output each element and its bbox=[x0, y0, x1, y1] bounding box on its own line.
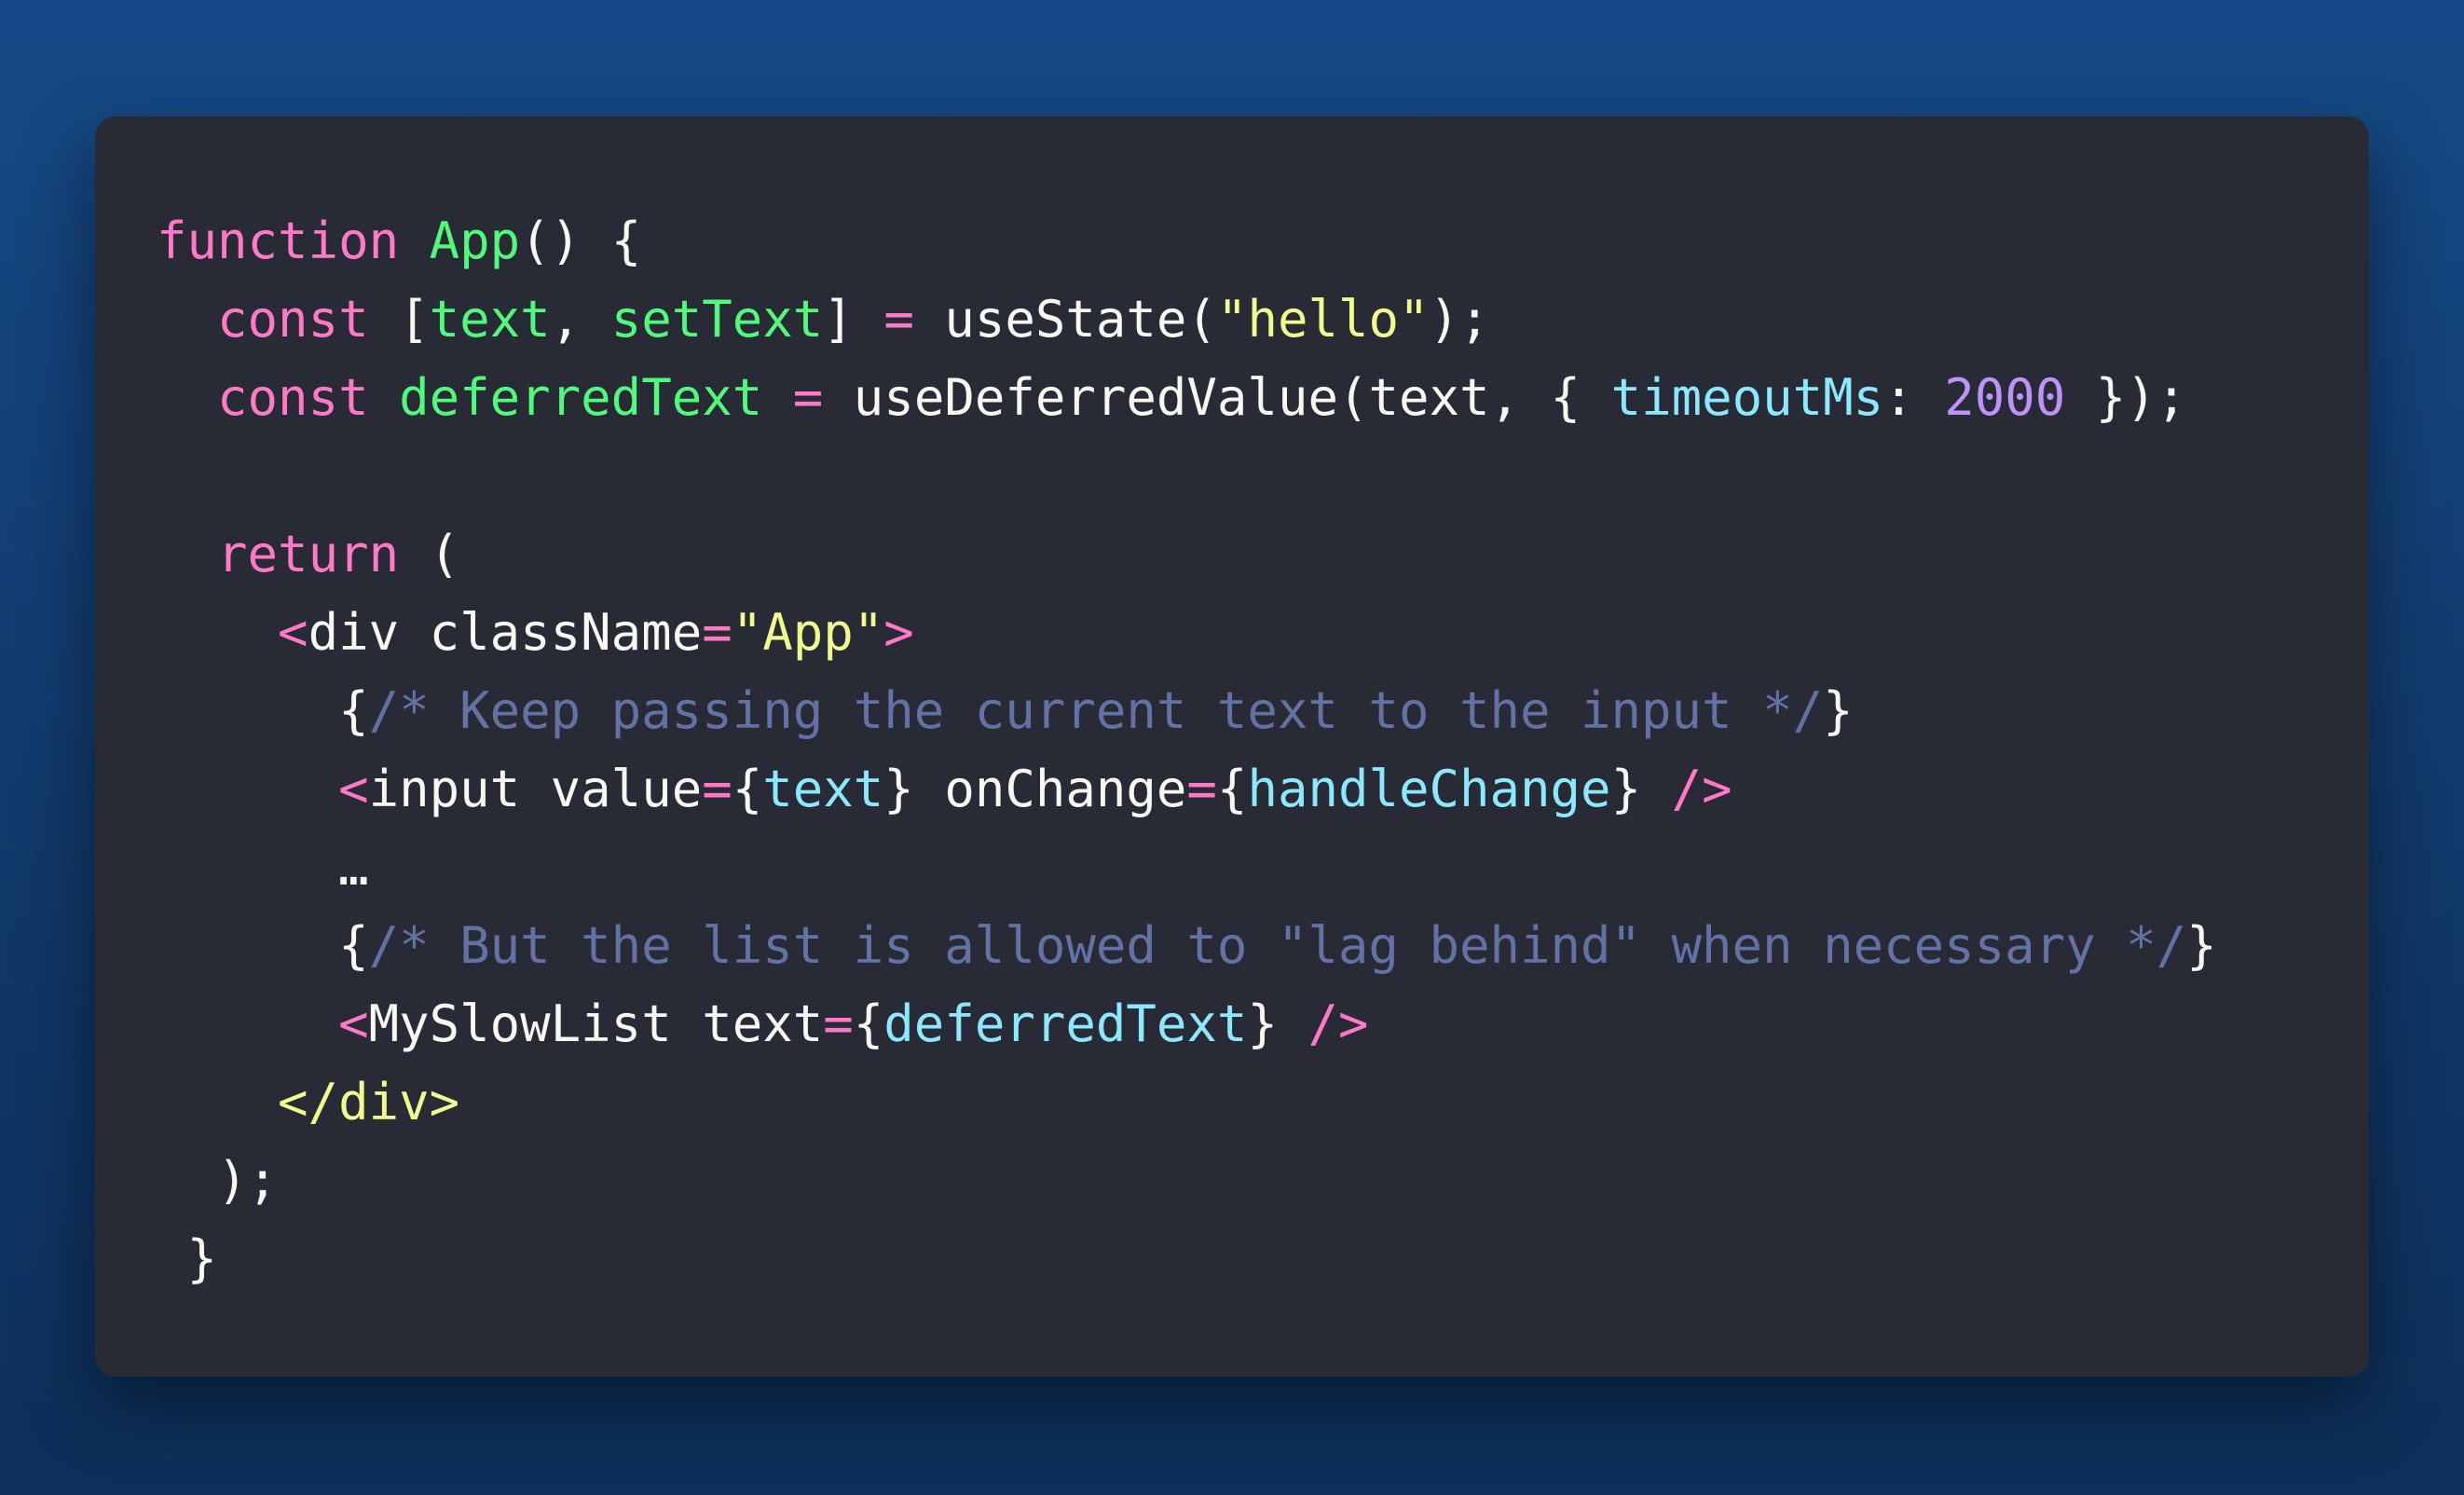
code-line: <div className="App"> bbox=[157, 594, 2217, 672]
code-token-plain: , bbox=[550, 290, 611, 349]
code-line: } bbox=[157, 1220, 2217, 1298]
code-line: const deferredText = useDeferredValue(te… bbox=[157, 359, 2217, 437]
code-token-string: </div> bbox=[278, 1073, 460, 1132]
code-token-property: deferredText bbox=[883, 994, 1248, 1053]
code-line: return ( bbox=[157, 515, 2217, 594]
code-line: … bbox=[157, 829, 2217, 907]
code-token-plain: … bbox=[157, 838, 369, 897]
code-token-property: handleChange bbox=[1247, 760, 1611, 818]
code-token-keyword: > bbox=[883, 603, 914, 662]
code-token-function-name: setText bbox=[610, 290, 824, 349]
code-token-keyword: = bbox=[702, 760, 732, 818]
code-block: function App() { const [text, setText] =… bbox=[157, 202, 2217, 1298]
code-token-function-name: App bbox=[429, 212, 521, 270]
code-token-property: text bbox=[762, 760, 884, 818]
code-token-plain: () { bbox=[520, 212, 642, 270]
code-line: {/* But the list is allowed to "lag behi… bbox=[157, 907, 2217, 985]
code-line: function App() { bbox=[157, 202, 2217, 281]
code-token-string: "App" bbox=[732, 603, 884, 662]
code-token-keyword: function bbox=[157, 212, 400, 270]
code-token-plain: { bbox=[157, 681, 369, 740]
code-token-plain: ] bbox=[823, 290, 884, 349]
code-token-plain: { bbox=[732, 760, 763, 818]
code-token-keyword: const bbox=[217, 368, 369, 427]
code-token-keyword: return bbox=[217, 525, 400, 583]
code-token-keyword: /> bbox=[1671, 760, 1732, 818]
code-token-plain: { bbox=[853, 994, 884, 1053]
code-token-function-name: deferredText bbox=[399, 368, 763, 427]
code-token-plain: useDeferredValue(text, { bbox=[823, 368, 1611, 427]
code-token-plain: [ bbox=[368, 290, 430, 349]
code-token-keyword: = bbox=[1186, 760, 1217, 818]
code-token-keyword: < bbox=[338, 760, 369, 818]
code-line: ); bbox=[157, 1142, 2217, 1220]
code-token-plain: ( bbox=[399, 525, 460, 583]
code-token-keyword: < bbox=[338, 994, 369, 1053]
code-token-plain: ); bbox=[157, 1151, 279, 1210]
code-line: {/* Keep passing the current text to the… bbox=[157, 672, 2217, 750]
code-token-plain: ); bbox=[1429, 290, 1490, 349]
code-token-plain: { bbox=[157, 916, 369, 975]
code-token-number: 2000 bbox=[1944, 368, 2066, 427]
code-line: <input value={text} onChange={handleChan… bbox=[157, 750, 2217, 829]
code-token-plain: input value bbox=[368, 760, 703, 818]
code-token-string: "hello" bbox=[1216, 290, 1430, 349]
code-token-plain: }); bbox=[2065, 368, 2187, 427]
code-token-function-name: text bbox=[429, 290, 551, 349]
code-token-plain: div className bbox=[308, 603, 703, 662]
code-token-comment: /* Keep passing the current text to the … bbox=[368, 681, 1824, 740]
code-line: </div> bbox=[157, 1063, 2217, 1142]
code-line: const [text, setText] = useState("hello"… bbox=[157, 281, 2217, 359]
code-token-plain: : bbox=[1883, 368, 1945, 427]
code-token-keyword: /> bbox=[1307, 994, 1369, 1053]
code-token-keyword: = bbox=[792, 368, 824, 427]
code-token-plain: } bbox=[1823, 681, 1854, 740]
code-token-keyword: < bbox=[278, 603, 308, 662]
code-token-comment: /* But the list is allowed to "lag behin… bbox=[368, 916, 2187, 975]
code-token-property: timeoutMs bbox=[1610, 368, 1884, 427]
code-token-plain: } bbox=[1610, 760, 1672, 818]
code-token-plain: } onChange bbox=[883, 760, 1187, 818]
code-token-plain: useState( bbox=[913, 290, 1217, 349]
code-token-plain: { bbox=[1216, 760, 1248, 818]
code-token-keyword: const bbox=[217, 290, 369, 349]
code-token-plain: } bbox=[2186, 916, 2217, 975]
code-line: <MySlowList text={deferredText} /> bbox=[157, 985, 2217, 1063]
code-token-keyword: = bbox=[823, 994, 854, 1053]
code-token-keyword: = bbox=[883, 290, 914, 349]
code-token-plain: } bbox=[1247, 994, 1308, 1053]
code-token-keyword: = bbox=[702, 603, 732, 662]
code-token-plain: } bbox=[157, 1229, 218, 1288]
code-token-plain: MySlowList text bbox=[368, 994, 824, 1053]
code-window: function App() { const [text, setText] =… bbox=[95, 117, 2369, 1377]
